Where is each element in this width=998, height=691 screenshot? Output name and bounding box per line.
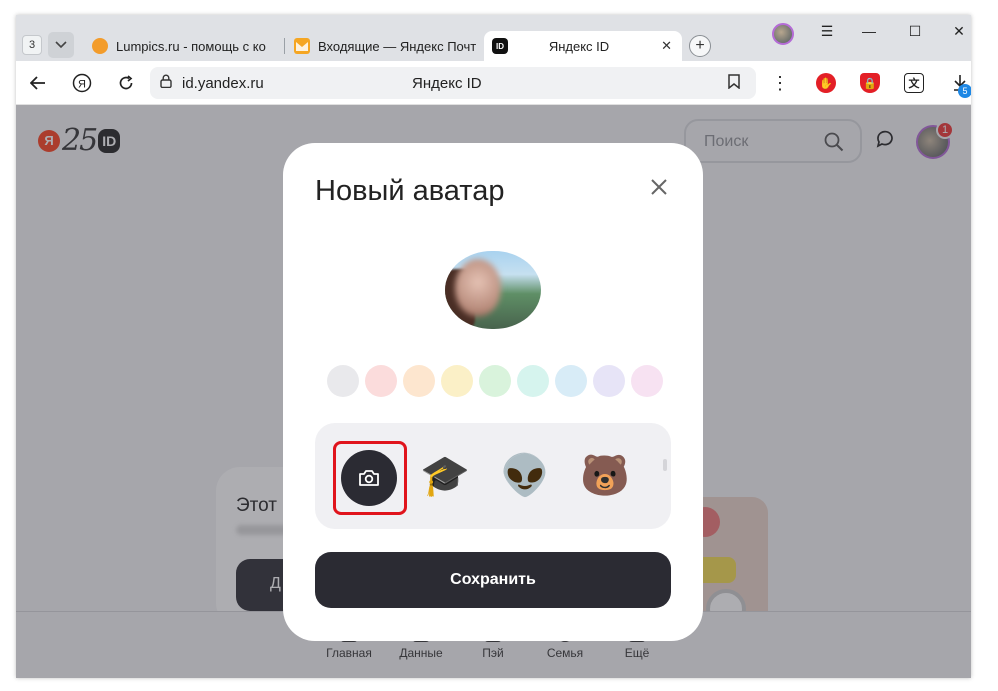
lock-icon	[160, 74, 172, 88]
new-avatar-dialog: Новый аватар 🎓 👽 🐻 Сохранить	[283, 143, 703, 641]
maximize-icon[interactable]: ☐	[900, 23, 930, 40]
minimize-icon[interactable]: —	[854, 23, 884, 39]
bookmark-icon[interactable]	[728, 74, 740, 92]
tab-yandex-id[interactable]: ID Яндекс ID ✕	[484, 31, 682, 61]
translate-extension-icon[interactable]: 文	[904, 73, 924, 93]
back-arrow-icon[interactable]	[26, 71, 50, 95]
tab-mail[interactable]: Входящие — Яндекс Почт	[286, 31, 482, 61]
lumpics-icon	[92, 38, 108, 54]
yandex-id-icon: ID	[492, 38, 508, 54]
tab-list-button[interactable]	[48, 32, 74, 58]
page-title-text: Яндекс ID	[412, 75, 482, 92]
new-tab-button[interactable]: +	[689, 35, 711, 57]
camera-icon	[359, 470, 379, 486]
sticker-scrollbar[interactable]	[663, 459, 667, 471]
yandex-home-icon[interactable]: Я	[70, 71, 94, 95]
color-swatch[interactable]	[555, 365, 587, 397]
security-extension-icon[interactable]: 🔒	[860, 73, 880, 93]
avatar-preview-face	[455, 259, 501, 317]
close-window-icon[interactable]: ✕	[944, 23, 971, 40]
page-content: Я 25 ID Поиск 1 Этот Д Главная Данные Пэ…	[16, 105, 971, 678]
tab-label: Яндекс ID	[548, 38, 610, 54]
adblock-extension-icon[interactable]: ✋	[816, 73, 836, 93]
address-toolbar: Я id.yandex.ru Яндекс ID ⋮ ✋ 🔒 文	[16, 61, 971, 105]
avatar-preview	[445, 251, 541, 329]
mail-icon	[294, 38, 310, 54]
url-text: id.yandex.ru	[182, 75, 264, 92]
tab-separator	[284, 38, 285, 54]
color-swatch[interactable]	[631, 365, 663, 397]
profile-avatar[interactable]	[772, 23, 794, 45]
sticker-picker: 🎓 👽 🐻	[315, 423, 671, 529]
menu-icon[interactable]: ☰	[812, 23, 842, 40]
graduation-cap-sticker[interactable]: 🎓	[415, 445, 475, 505]
chevron-down-icon	[55, 41, 67, 49]
upload-photo-button[interactable]	[341, 450, 397, 506]
close-tab-icon[interactable]: ✕	[661, 38, 672, 54]
close-icon[interactable]	[647, 175, 671, 199]
alien-sticker[interactable]: 👽	[495, 445, 555, 505]
color-swatch[interactable]	[441, 365, 473, 397]
reload-icon[interactable]	[114, 71, 138, 95]
color-swatch[interactable]	[593, 365, 625, 397]
more-menu-icon[interactable]: ⋮	[768, 71, 792, 95]
tab-label: Lumpics.ru - помощь с ко	[116, 38, 266, 54]
tab-lumpics[interactable]: Lumpics.ru - помощь с ко	[84, 31, 282, 61]
color-swatch[interactable]	[403, 365, 435, 397]
save-button[interactable]: Сохранить	[315, 552, 671, 608]
dialog-title: Новый аватар	[315, 175, 505, 207]
browser-window: 3 Lumpics.ru - помощь с ко Входящие — Ян…	[16, 15, 971, 678]
bear-sticker[interactable]: 🐻	[575, 445, 635, 505]
color-swatches	[327, 365, 669, 397]
downloads-count-badge: 5	[958, 84, 971, 98]
tab-label: Входящие — Яндекс Почт	[318, 38, 477, 54]
color-swatch[interactable]	[479, 365, 511, 397]
color-swatch[interactable]	[327, 365, 359, 397]
tab-count-badge[interactable]: 3	[22, 35, 42, 55]
color-swatch[interactable]	[517, 365, 549, 397]
color-swatch[interactable]	[365, 365, 397, 397]
svg-text:Я: Я	[78, 79, 86, 91]
address-bar[interactable]: id.yandex.ru Яндекс ID	[150, 67, 756, 99]
tab-strip: 3 Lumpics.ru - помощь с ко Входящие — Ян…	[16, 15, 971, 61]
